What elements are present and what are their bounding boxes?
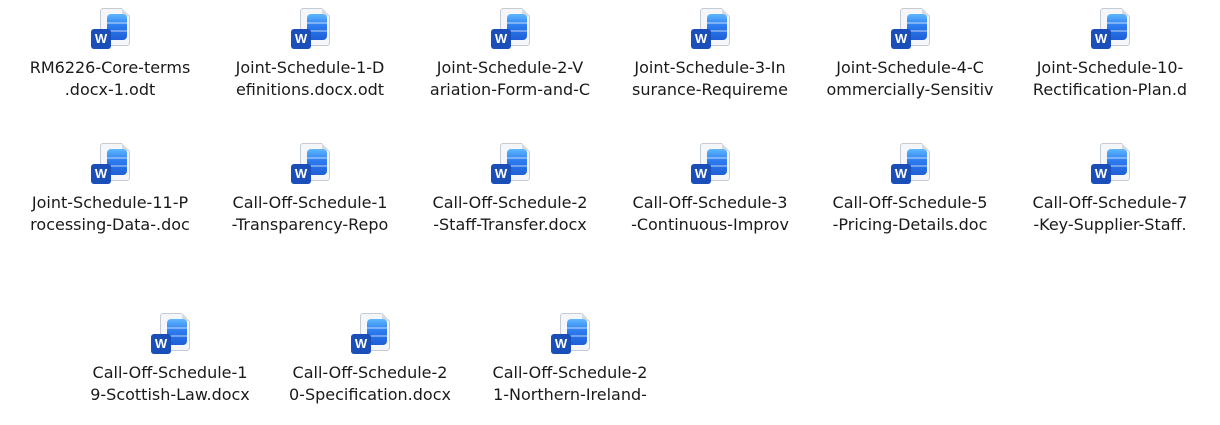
word-document-icon: W: [889, 5, 931, 51]
file-item[interactable]: W Call-Off-Schedule-1 9-Scottish-Law.docx: [65, 310, 275, 406]
file-name-label: Joint-Schedule-3-In surance-Requireme: [632, 58, 788, 99]
word-document-icon: W: [89, 140, 131, 186]
word-document-icon: W: [549, 310, 591, 356]
file-item[interactable]: W Joint-Schedule-10- Rectification-Plan.d: [1005, 5, 1215, 101]
file-item[interactable]: W Call-Off-Schedule-7 -Key-Supplier-Staff…: [1005, 140, 1215, 236]
file-item[interactable]: W Joint-Schedule-3-In surance-Requireme: [605, 5, 815, 101]
file-item[interactable]: W Call-Off-Schedule-1 -Transparency-Repo: [205, 140, 415, 236]
file-item[interactable]: W Joint-Schedule-11-P rocessing-Data-.doc: [5, 140, 215, 236]
word-document-icon: W: [889, 140, 931, 186]
file-item[interactable]: W Joint-Schedule-4-C ommercially-Sensitiv: [805, 5, 1015, 101]
file-item[interactable]: W Call-Off-Schedule-2 1-Northern-Ireland-: [465, 310, 675, 406]
word-document-icon: W: [289, 5, 331, 51]
file-name-label: Call-Off-Schedule-3 -Continuous-Improv: [631, 193, 789, 234]
word-document-icon: W: [1089, 140, 1131, 186]
word-document-icon: W: [689, 140, 731, 186]
file-name-label: Call-Off-Schedule-1 -Transparency-Repo: [231, 193, 389, 234]
file-name-label: Call-Off-Schedule-5 -Pricing-Details.doc: [832, 193, 988, 234]
file-name-label: Joint-Schedule-4-C ommercially-Sensitiv: [826, 58, 994, 99]
file-name-label: RM6226-Core-terms .docx-1.odt: [29, 58, 191, 99]
word-document-icon: W: [89, 5, 131, 51]
file-name-label: Joint-Schedule-2-V ariation-Form-and-C: [429, 58, 591, 99]
word-document-icon: W: [689, 5, 731, 51]
word-document-icon: W: [149, 310, 191, 356]
file-item[interactable]: W Call-Off-Schedule-5 -Pricing-Details.do…: [805, 140, 1015, 236]
file-name-label: Call-Off-Schedule-2 1-Northern-Ireland-: [492, 363, 648, 404]
file-name-label: Joint-Schedule-10- Rectification-Plan.d: [1032, 58, 1188, 99]
file-item[interactable]: W RM6226-Core-terms .docx-1.odt: [5, 5, 215, 101]
file-item[interactable]: W Call-Off-Schedule-2 -Staff-Transfer.doc…: [405, 140, 615, 236]
word-document-icon: W: [349, 310, 391, 356]
word-document-icon: W: [1089, 5, 1131, 51]
file-item[interactable]: W Joint-Schedule-2-V ariation-Form-and-C: [405, 5, 615, 101]
file-name-label: Joint-Schedule-1-D efinitions.docx.odt: [235, 58, 385, 99]
file-name-label: Call-Off-Schedule-2 -Staff-Transfer.docx: [432, 193, 588, 234]
file-name-label: Joint-Schedule-11-P rocessing-Data-.doc: [30, 193, 190, 234]
word-document-icon: W: [289, 140, 331, 186]
file-name-label: Call-Off-Schedule-7 -Key-Supplier-Staff.: [1032, 193, 1188, 234]
file-name-label: Call-Off-Schedule-1 9-Scottish-Law.docx: [90, 363, 250, 404]
word-document-icon: W: [489, 140, 531, 186]
file-item[interactable]: W Joint-Schedule-1-D efinitions.docx.odt: [205, 5, 415, 101]
file-name-label: Call-Off-Schedule-2 0-Specification.docx: [289, 363, 451, 404]
file-item[interactable]: W Call-Off-Schedule-2 0-Specification.doc…: [265, 310, 475, 406]
file-item[interactable]: W Call-Off-Schedule-3 -Continuous-Improv: [605, 140, 815, 236]
word-document-icon: W: [489, 5, 531, 51]
